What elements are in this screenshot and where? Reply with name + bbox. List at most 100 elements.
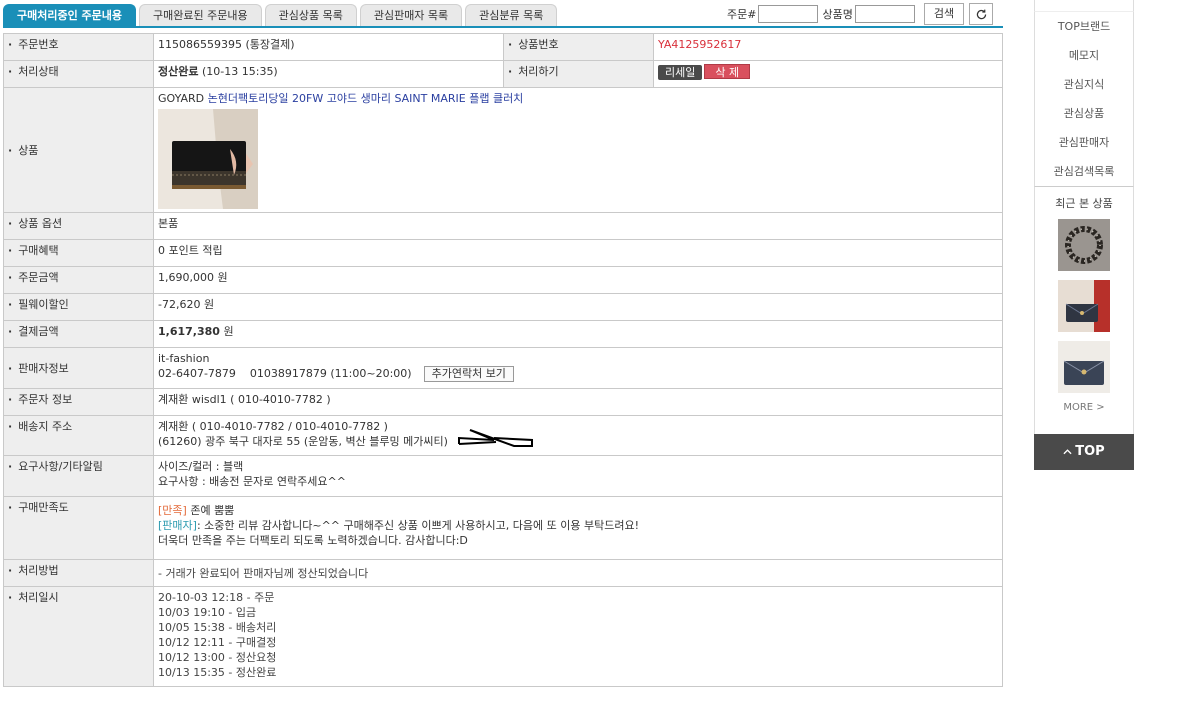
sidebar-item-knowledge[interactable]: 관심지식 (1034, 70, 1134, 99)
buyer-value: 계재환 wisdl1 ( 010-4010-7782 ) (153, 388, 1003, 416)
product-name-label: 상품명 (822, 8, 853, 21)
history-entry: 10/13 15:35 - 정산완료 (158, 666, 277, 679)
search-button[interactable]: 검색 (923, 3, 965, 25)
order-search: 주문# 상품명 검색 (727, 3, 994, 25)
request-note: 요구사항 : 배송전 문자로 연락주세요^^ (158, 475, 346, 488)
tab-favorite-sellers[interactable]: 관심판매자 목록 (359, 4, 463, 26)
product-number-value: YA4125952617 (653, 33, 1003, 61)
request-key: 요구사항/기타알림 (3, 455, 154, 497)
history-entry: 10/12 13:00 - 정산요청 (158, 651, 277, 664)
amount-key: 주문금액 (3, 266, 154, 294)
review-text: 존예 뿜뿜 (190, 504, 235, 517)
tab-completed-orders[interactable]: 구매완료된 주문내용 (139, 4, 262, 26)
action-value: 리세일 삭 제 (653, 60, 1003, 88)
refresh-icon (976, 9, 986, 19)
resell-button[interactable]: 리세일 (658, 65, 703, 80)
tab-wishlist-products[interactable]: 관심상품 목록 (264, 4, 357, 26)
review-line: [만족] 존예 뿜뿜 (158, 503, 998, 518)
order-detail-table: 주문번호 115086559395 (통장결제) 상품번호 YA41259526… (3, 33, 1003, 687)
shipping-address-line: (61260) 광주 북구 대자로 55 (운암동, 벽산 블루밍 메가씨티) (158, 429, 998, 449)
order-tabs: 구매처리중인 주문내용 구매완료된 주문내용 관심상품 목록 관심판매자 목록 … (3, 4, 560, 26)
seller-key: 판매자정보 (3, 347, 154, 389)
amount-value: 1,690,000 원 (153, 266, 1003, 294)
status-time: (10-13 15:35) (201, 65, 278, 78)
action-key: 처리하기 (503, 60, 654, 88)
sidebar-item-top-brand[interactable]: TOP브랜드 (1034, 12, 1134, 41)
tab-processing-orders[interactable]: 구매처리중인 주문내용 (3, 4, 137, 26)
seller-reply-tag: [판매자] (158, 519, 197, 532)
sidebar-top-edge (1034, 0, 1134, 12)
product-name-input[interactable] (854, 5, 915, 23)
history-key: 처리일시 (3, 586, 154, 687)
product-value: GOYARD 논현더팩토리당일 20FW 고야드 생마리 SAINT MARIE… (153, 87, 1003, 213)
discount-value: -72,620 원 (153, 293, 1003, 321)
sidebar-item-fav-sellers[interactable]: 관심판매자 (1034, 128, 1134, 157)
status-value: 정산완료 (10-13 15:35) (153, 60, 504, 88)
payment-unit: 원 (223, 325, 234, 338)
payment-key: 결제금액 (3, 320, 154, 348)
seller-contact-line: 02-6407-7879 01038917879 (11:00~20:00) 추가… (158, 366, 998, 382)
bracelet-image (1058, 219, 1110, 271)
product-title-link[interactable]: 논현더팩토리당일 20FW 고야드 생마리 SAINT MARIE 플랩 클러치 (208, 92, 524, 105)
seller-value: it-fashion 02-6407-7879 01038917879 (11:… (153, 347, 1003, 389)
seller-reply-text: : 소중한 리뷰 감사합니다~^^ 구매해주신 상품 이쁘게 사용하시고, 다음… (196, 519, 639, 532)
shipping-value: 계재환 ( 010-4010-7782 / 010-4010-7782 ) (6… (153, 415, 1003, 456)
recent-products-title: 최근 본 상품 (1055, 197, 1113, 210)
recent-product-thumb[interactable] (1058, 219, 1110, 271)
option-value: 본품 (153, 212, 1003, 240)
recent-products: 최근 본 상품 MORE > (1034, 186, 1134, 434)
seller-contact: 02-6407-7879 01038917879 (11:00~20:00) (158, 367, 412, 380)
payment-amount: 1,617,380 (158, 325, 220, 338)
request-value: 사이즈/컬러 : 블랙 요구사항 : 배송전 문자로 연락주세요^^ (153, 455, 1003, 497)
status-key: 처리상태 (3, 60, 154, 88)
review-value: [만족] 존예 뿜뿜 [판매자]: 소중한 리뷰 감사합니다~^^ 구매해주신 … (153, 496, 1003, 560)
order-number-label: 주문# (727, 8, 757, 21)
history-entry: 10/03 19:10 - 입금 (158, 606, 257, 619)
dior-clutch-image (1058, 341, 1110, 393)
method-key: 처리방법 (3, 559, 154, 587)
benefit-value: 0 포인트 적립 (153, 239, 1003, 267)
sidebar-item-wish-products[interactable]: 관심상품 (1034, 99, 1134, 128)
order-number-input[interactable] (758, 5, 819, 23)
method-value: - 거래가 완료되어 판매자님께 정산되었습니다 (153, 559, 1003, 587)
redaction-scribble-icon (458, 429, 533, 447)
seller-name: it-fashion (158, 352, 210, 365)
right-sidebar: TOP브랜드 메모지 관심지식 관심상품 관심판매자 관심검색목록 최근 본 상… (1034, 0, 1134, 470)
shipping-address: (61260) 광주 북구 대자로 55 (운암동, 벽산 블루밍 메가씨티) (158, 435, 448, 448)
order-number-value: 115086559395 (통장결제) (153, 33, 504, 61)
delete-button[interactable]: 삭 제 (704, 64, 751, 79)
benefit-key: 구매혜택 (3, 239, 154, 267)
history-entry: 10/05 15:38 - 배송처리 (158, 621, 277, 634)
shipping-recipient: 계재환 ( 010-4010-7782 / 010-4010-7782 ) (158, 420, 388, 433)
sidebar-item-saved-searches[interactable]: 관심검색목록 (1034, 157, 1134, 186)
tab-underline (3, 26, 1003, 28)
sidebar-item-memo[interactable]: 메모지 (1034, 41, 1134, 70)
status-text: 정산완료 (158, 65, 199, 78)
history-entry: 10/12 12:11 - 구매결정 (158, 636, 277, 649)
order-number-key: 주문번호 (3, 33, 154, 61)
seller-reply-text-2: 더욱더 만족을 주는 더팩토리 되도록 노력하겠습니다. 감사합니다:D (158, 534, 468, 547)
discount-key: 필웨이할인 (3, 293, 154, 321)
recent-product-thumb[interactable] (1058, 341, 1110, 393)
product-title-line: GOYARD 논현더팩토리당일 20FW 고야드 생마리 SAINT MARIE… (158, 91, 998, 106)
history-value: 20-10-03 12:18 - 주문 10/03 19:10 - 입금 10/… (153, 586, 1003, 687)
review-key: 구매만족도 (3, 496, 154, 560)
product-brand: GOYARD (158, 92, 205, 105)
payment-value: 1,617,380 원 (153, 320, 1003, 348)
scroll-top-label: TOP (1075, 444, 1105, 459)
more-contact-button[interactable]: 추가연락처 보기 (423, 366, 514, 382)
seller-reply-line: [판매자]: 소중한 리뷰 감사합니다~^^ 구매해주신 상품 이쁘게 사용하시… (158, 518, 998, 533)
scroll-top-button[interactable]: TOP (1034, 434, 1134, 470)
buyer-key: 주문자 정보 (3, 388, 154, 416)
review-tag: [만족] (158, 504, 187, 517)
refresh-button[interactable] (969, 3, 994, 25)
recent-product-thumb[interactable] (1058, 280, 1110, 332)
dior-bag-image (1058, 280, 1110, 332)
more-recent-link[interactable]: MORE > (1035, 402, 1133, 413)
request-size-color: 사이즈/컬러 : 블랙 (158, 460, 244, 473)
product-key: 상품 (3, 87, 154, 213)
tab-favorite-categories[interactable]: 관심분류 목록 (465, 4, 558, 26)
option-key: 상품 옵션 (3, 212, 154, 240)
history-entry: 20-10-03 12:18 - 주문 (158, 591, 275, 604)
product-image[interactable] (158, 109, 258, 209)
